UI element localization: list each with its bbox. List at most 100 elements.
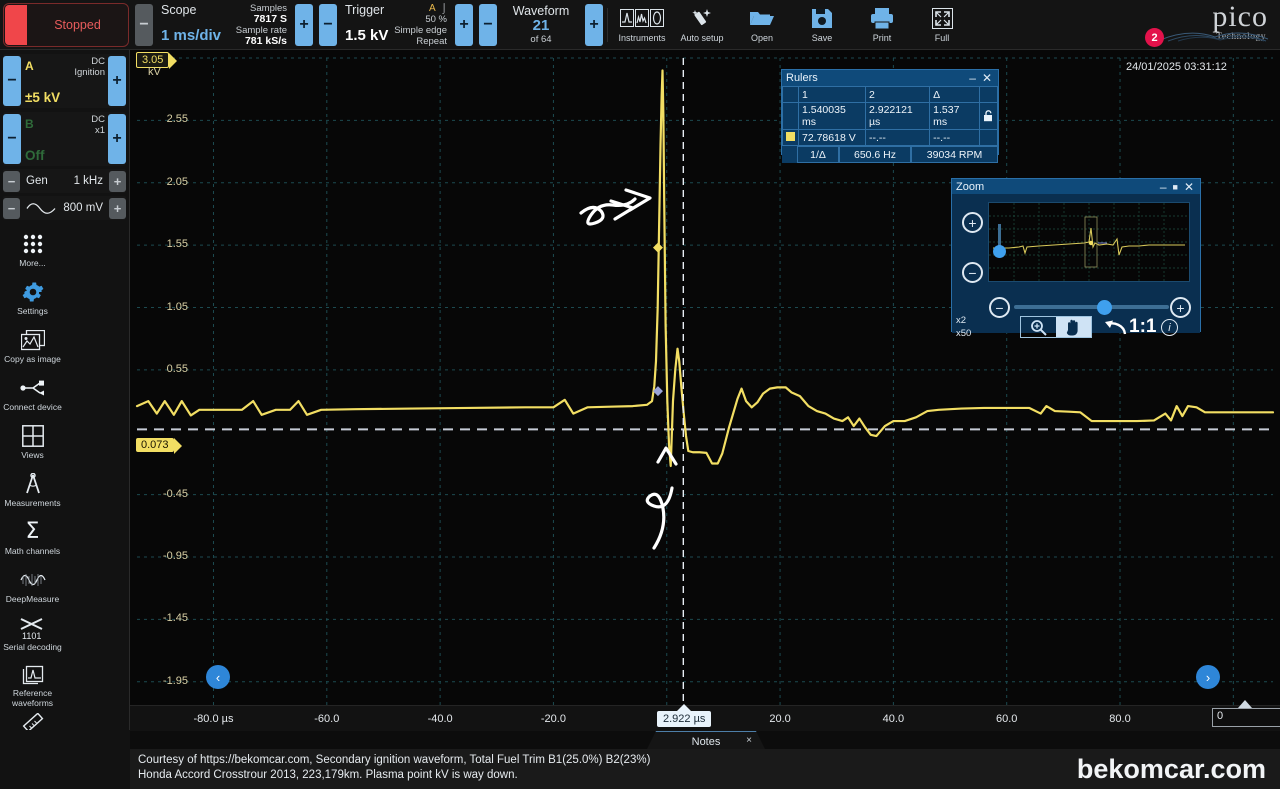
- picoscope-window: Stopped − Scope Samples 7817 S Sample ra…: [0, 0, 1280, 789]
- gen-amp-value: 800 mV: [63, 202, 103, 214]
- rulers-row2-c2[interactable]: --.--: [864, 129, 931, 146]
- full-button[interactable]: Full: [914, 1, 970, 49]
- auto-setup-button[interactable]: Auto setup: [674, 1, 730, 49]
- x-offset-input[interactable]: 0: [1212, 708, 1280, 727]
- capture-timestamp: 24/01/2025 03:31:12: [1126, 61, 1227, 73]
- save-button[interactable]: Save: [794, 1, 850, 49]
- channel-a-control[interactable]: − A DC Ignition ±5 kV +: [3, 54, 126, 108]
- info-icon[interactable]: i: [1161, 319, 1178, 336]
- run-stop-button[interactable]: Stopped: [3, 2, 129, 47]
- sidebar-item-serial-decoding[interactable]: 1101 Serial decoding: [0, 612, 65, 660]
- fullscreen-icon: [931, 6, 953, 30]
- rulers-row1-c1[interactable]: 1.540035 ms: [798, 102, 866, 130]
- sidebar-tool-grid: More... Settings Copy as image Connect d…: [0, 220, 129, 789]
- zoom-horizontal-plus-button[interactable]: +: [1170, 297, 1191, 318]
- sidebar-item-views[interactable]: Views: [0, 420, 65, 468]
- sidebar-label-settings: Settings: [17, 306, 48, 316]
- zoom-panel[interactable]: Zoom – ■ ✕ + − − + x2 x50 1:1 i: [951, 178, 1201, 339]
- signal-generator-amplitude[interactable]: − 800 mV +: [3, 196, 126, 220]
- waveform-plus-button[interactable]: +: [585, 3, 603, 46]
- waveform-control: − Waveform 21 of 64 +: [479, 1, 603, 48]
- signal-generator-frequency[interactable]: − Gen 1 kHz +: [3, 169, 126, 193]
- trigger-minus-button[interactable]: −: [319, 3, 337, 46]
- x-offset-handle[interactable]: [1238, 700, 1252, 708]
- instruments-button[interactable]: Instruments: [614, 1, 670, 49]
- channel-a-plus-button[interactable]: +: [108, 56, 126, 106]
- gen-amp-minus-button[interactable]: −: [3, 197, 20, 219]
- channel-b-minus-button[interactable]: −: [3, 114, 21, 164]
- zoom-titlebar[interactable]: Zoom – ■ ✕: [952, 179, 1200, 194]
- zoom-vertical-slider-knob[interactable]: [993, 245, 1006, 258]
- zoom-factor-x: x2: [956, 315, 967, 326]
- rulers-header-row: 1 2 Δ: [782, 86, 999, 103]
- sidebar-item-measurements[interactable]: Measurements: [0, 468, 65, 516]
- rulers-row1-swatch: [782, 102, 799, 130]
- zoom-in-button[interactable]: +: [962, 212, 983, 233]
- samples-value: 7817 S: [253, 12, 287, 25]
- scroll-right-button[interactable]: ›: [1196, 665, 1220, 689]
- waveform-plot[interactable]: [130, 50, 1280, 730]
- zoom-minimize-button[interactable]: –: [1160, 181, 1167, 193]
- trigger-plus-button[interactable]: +: [455, 3, 473, 46]
- scope-readout[interactable]: Scope Samples 7817 S Sample rate 781 kS/…: [153, 1, 295, 48]
- open-button[interactable]: Open: [734, 1, 790, 49]
- channel-b-body[interactable]: B DC x1 Off: [21, 112, 108, 166]
- zoom-overview-preview[interactable]: [988, 202, 1190, 282]
- sidebar-item-copy-as-image[interactable]: Copy as image: [0, 324, 65, 372]
- hand-icon[interactable]: [1056, 317, 1091, 337]
- print-button[interactable]: Print: [854, 1, 910, 49]
- scope-plus-button[interactable]: +: [295, 3, 313, 46]
- x-tick-label: -80.0 µs: [193, 713, 234, 725]
- rulers-col-lock: [978, 86, 999, 103]
- notification-badge[interactable]: 2: [1145, 28, 1164, 47]
- instruments-icon: [620, 6, 664, 30]
- trigger-readout[interactable]: Trigger A ⌡ 50 % Simple edge Repeat 1.5 …: [337, 1, 455, 48]
- gen-amp-plus-button[interactable]: +: [109, 197, 126, 219]
- notes-close-icon[interactable]: ×: [746, 735, 752, 746]
- gen-freq-minus-button[interactable]: −: [3, 170, 20, 192]
- magnifier-icon[interactable]: [1021, 317, 1056, 337]
- rulers-close-button[interactable]: ✕: [982, 72, 992, 84]
- channel-a-range: ±5 kV: [25, 90, 61, 105]
- scroll-left-button[interactable]: ‹: [206, 665, 230, 689]
- zoom-close-button[interactable]: ✕: [1184, 181, 1194, 193]
- sidebar-item-math-channels[interactable]: Σ Math channels: [0, 516, 65, 564]
- sidebar-item-settings[interactable]: Settings: [0, 276, 65, 324]
- scope-graph-area[interactable]: [130, 50, 1280, 730]
- zoom-maximize-button[interactable]: ■: [1173, 182, 1178, 192]
- rulers-minimize-button[interactable]: –: [969, 72, 976, 84]
- channel-b-info: DC x1: [91, 114, 105, 136]
- zoom-mode-toggle[interactable]: [1020, 316, 1092, 338]
- zoom-horizontal-slider-track[interactable]: [1014, 305, 1169, 309]
- notes-tab[interactable]: Notes ×: [646, 731, 766, 751]
- sidebar-item-connect-device[interactable]: Connect device: [0, 372, 65, 420]
- reference-waveform-icon: [22, 663, 44, 687]
- rulers-row1-c2[interactable]: 2.922121 µs: [864, 102, 931, 130]
- rulers-titlebar[interactable]: Rulers – ✕: [782, 70, 998, 86]
- gen-freq-plus-button[interactable]: +: [109, 170, 126, 192]
- sidebar-item-deepmeasure[interactable]: DeepMeasure: [0, 564, 65, 612]
- gen-label: Gen: [26, 175, 48, 187]
- sidebar-item-reference-waveforms[interactable]: Reference waveforms: [0, 660, 65, 708]
- channel-a-body[interactable]: A DC Ignition ±5 kV: [21, 54, 108, 108]
- waveform-minus-button[interactable]: −: [479, 3, 497, 46]
- trigger-time-marker[interactable]: 2.922 µs: [657, 704, 712, 727]
- sidebar-item-more[interactable]: More...: [0, 228, 65, 276]
- rulers-row2-c1[interactable]: 72.78618 V: [798, 129, 866, 146]
- zoom-out-button[interactable]: −: [962, 262, 983, 283]
- channel-b-control[interactable]: − B DC x1 Off +: [3, 112, 126, 166]
- waveform-readout[interactable]: Waveform 21 of 64: [497, 1, 585, 48]
- pico-logo: pico Technology: [1146, 2, 1274, 46]
- channel-a-zero-marker[interactable]: 0.073: [136, 438, 181, 454]
- zoom-reset-button[interactable]: 1:1: [1104, 316, 1156, 338]
- rulers-panel[interactable]: Rulers – ✕ 1 2 Δ 1.540035 ms 2.922121 µs…: [781, 69, 999, 163]
- channel-b-plus-button[interactable]: +: [108, 114, 126, 164]
- scope-minus-button[interactable]: −: [135, 3, 153, 46]
- site-watermark: bekomcar.com: [1076, 754, 1266, 784]
- trigger-details: A ⌡ 50 % Simple edge Repeat: [394, 3, 447, 47]
- lock-icon[interactable]: [978, 102, 999, 130]
- zoom-horizontal-minus-button[interactable]: −: [989, 297, 1010, 318]
- zoom-horizontal-slider-knob[interactable]: [1097, 300, 1112, 315]
- channel-a-minus-button[interactable]: −: [3, 56, 21, 106]
- sigma-icon: Σ: [25, 519, 40, 544]
